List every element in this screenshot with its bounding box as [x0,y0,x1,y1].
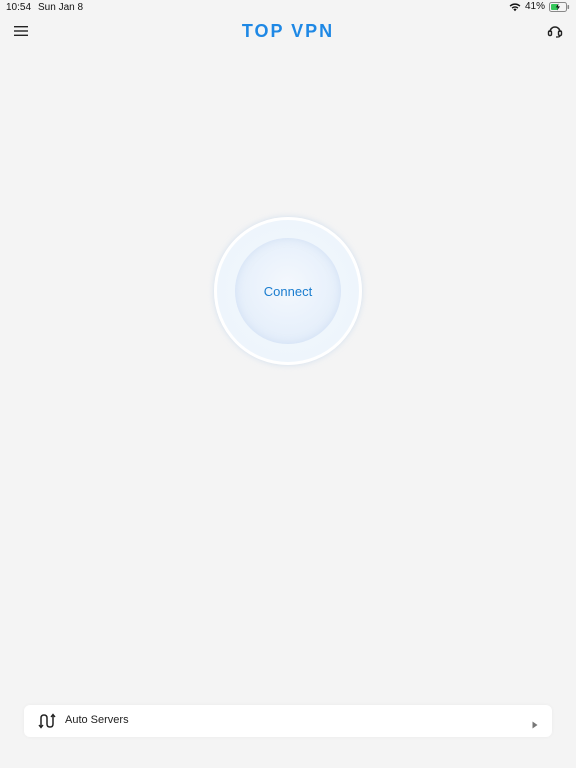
headset-support-icon [547,24,563,43]
play-arrow-icon [532,716,538,729]
battery-percent: 41% [524,1,545,12]
app-header: TOP VPN [0,16,576,50]
connect-button[interactable]: Connect [214,217,362,365]
connect-button-inner: Connect [235,238,341,344]
status-time: 10:54 [6,2,32,13]
wifi-icon [509,2,521,12]
status-bar: 10:54 Sun Jan 8 41% [0,0,576,16]
status-date: Sun Jan 8 [38,2,84,13]
server-selector-label: Auto Servers [65,714,129,726]
status-right-group: 41% [509,1,570,12]
connect-label: Connect [263,283,313,299]
route-icon [38,713,56,729]
server-selector[interactable]: Auto Servers [24,705,552,737]
battery-charging-icon [549,1,570,12]
app-title: TOP VPN [241,21,335,41]
support-button[interactable] [544,22,566,44]
